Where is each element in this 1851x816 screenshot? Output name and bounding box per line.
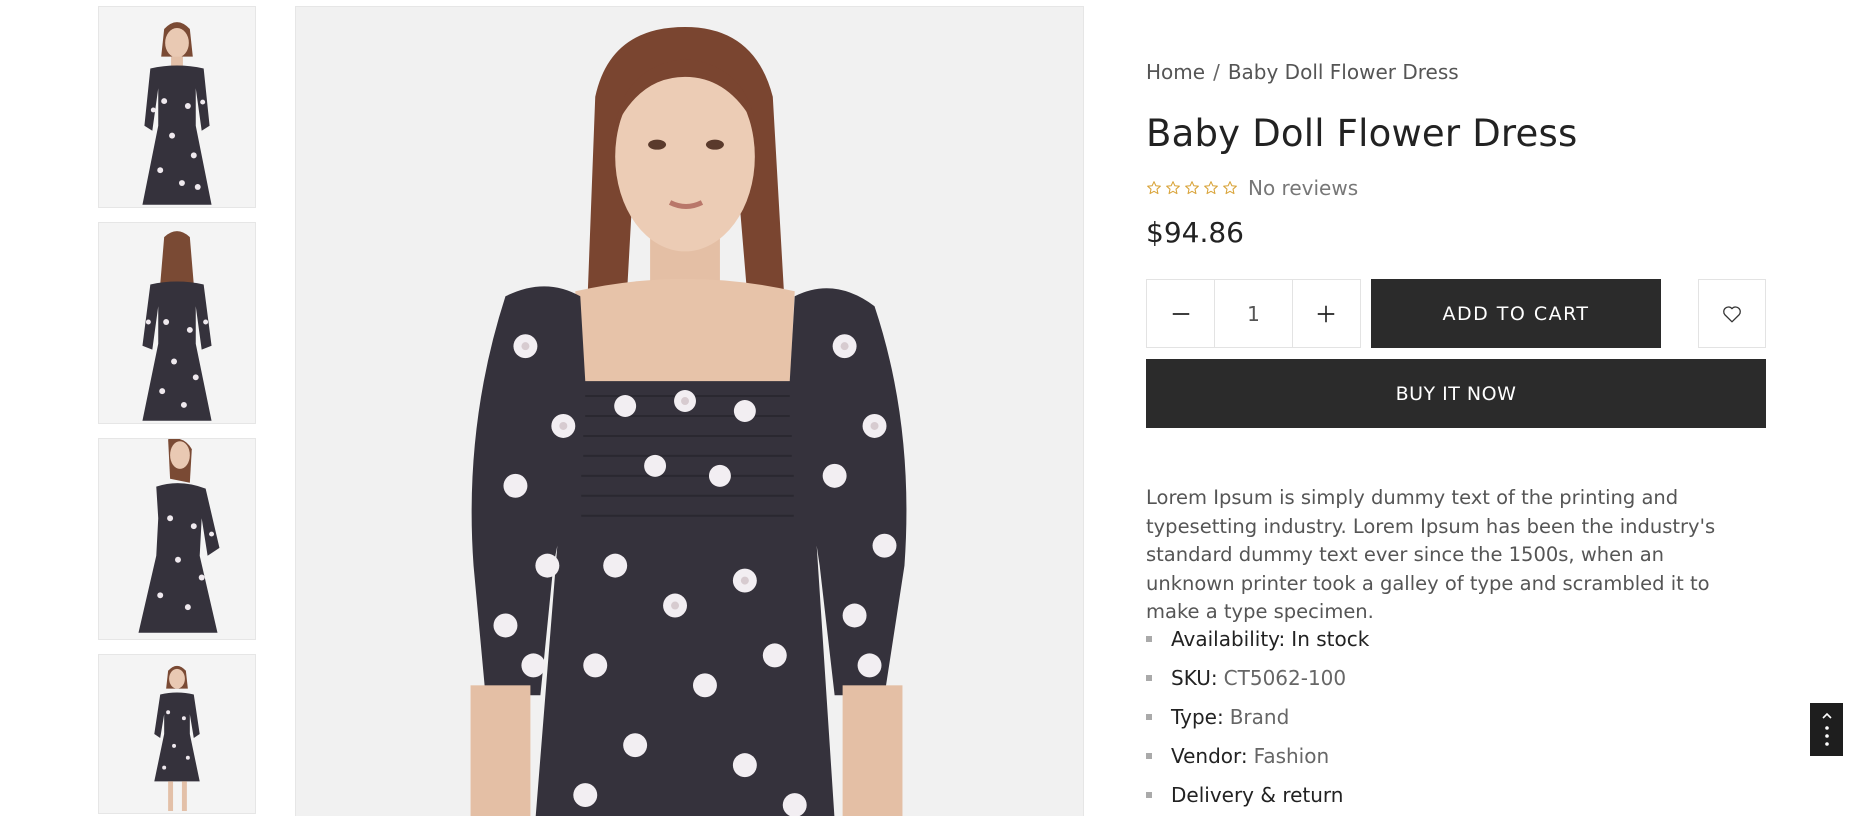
product-price: $94.86 [1146,216,1244,249]
plus-icon [1318,305,1335,322]
availability-label: Availability: [1171,626,1286,651]
product-rating[interactable]: No reviews [1146,176,1358,200]
sku-label: SKU: [1171,665,1218,690]
thumbnail-back[interactable] [98,222,256,424]
thumbnail-side-image [99,439,255,639]
main-product-image[interactable] [295,6,1084,816]
bullet-icon [1146,752,1152,759]
bullet-icon [1146,791,1152,798]
scroll-top-button[interactable] [1810,703,1843,756]
minus-icon [1172,312,1189,315]
star-outline-icon [1204,181,1218,195]
thumbnail-gallery [98,6,256,814]
availability-value: In stock [1291,626,1370,651]
thumbnail-full-body[interactable] [98,654,256,814]
star-outline-icon [1166,181,1180,195]
product-title: Baby Doll Flower Dress [1146,112,1578,155]
breadcrumb-separator: / [1213,60,1220,84]
heart-icon [1723,305,1741,322]
sku-value: CT5062-100 [1223,665,1347,690]
thumbnail-front-image [99,7,255,207]
meta-delivery-return: Delivery & return [1146,775,1369,814]
bullet-icon [1146,674,1152,681]
quantity-input[interactable]: 1 [1214,280,1293,347]
delivery-return-link[interactable]: Delivery & return [1171,783,1343,807]
thumbnail-full-body-image [99,655,255,813]
meta-sku: SKU: CT5062-100 [1146,658,1369,697]
add-to-cart-button[interactable]: ADD TO CART [1371,279,1661,348]
meta-vendor: Vendor: Fashion [1146,736,1369,775]
breadcrumb: Home / Baby Doll Flower Dress [1146,60,1459,84]
quantity-increase-button[interactable] [1293,280,1360,347]
meta-availability: Availability: In stock [1146,619,1369,658]
vendor-label: Vendor: [1171,743,1248,768]
quantity-stepper: 1 [1146,279,1361,348]
reviews-count: No reviews [1248,176,1359,200]
quantity-decrease-button[interactable] [1147,280,1214,347]
breadcrumb-current: Baby Doll Flower Dress [1227,60,1459,84]
thumbnail-front[interactable] [98,6,256,208]
star-outline-icon [1185,181,1199,195]
bullet-icon [1146,713,1152,720]
thumbnail-side[interactable] [98,438,256,640]
product-description: Lorem Ipsum is simply dummy text of the … [1146,486,1716,623]
scroll-top-icon [1821,712,1832,746]
buy-it-now-button[interactable]: BUY IT NOW [1146,359,1766,428]
star-outline-icon [1147,181,1161,195]
meta-type: Type: Brand [1146,697,1369,736]
product-meta-list: Availability: In stock SKU: CT5062-100 T… [1146,619,1369,814]
wishlist-button[interactable] [1698,279,1766,348]
breadcrumb-home-link[interactable]: Home [1146,60,1205,84]
type-label: Type: [1171,704,1224,729]
star-outline-icon [1223,181,1237,195]
vendor-value-link[interactable]: Fashion [1254,744,1330,768]
bullet-icon [1146,635,1152,642]
thumbnail-back-image [99,223,255,423]
rating-stars [1146,180,1238,196]
dress-model-photo [296,7,1083,816]
type-value-link[interactable]: Brand [1230,705,1290,729]
